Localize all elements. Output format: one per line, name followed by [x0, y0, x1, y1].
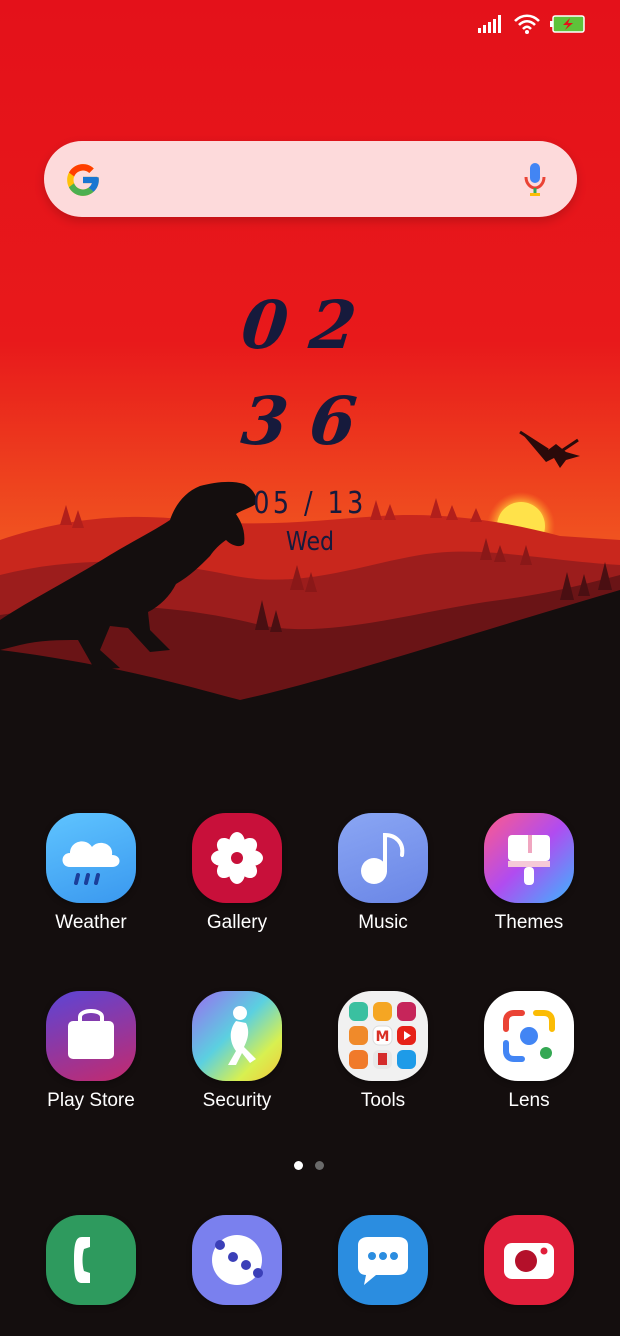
app-tools-folder[interactable]: M Tools	[310, 991, 456, 1112]
google-search-bar[interactable]	[44, 141, 577, 217]
camera-icon	[484, 1215, 574, 1305]
weather-icon	[46, 813, 136, 903]
tools-folder-icon: M	[338, 991, 428, 1081]
app-gallery[interactable]: Gallery	[164, 813, 310, 934]
app-label: Gallery	[206, 912, 268, 933]
app-label: Lens	[508, 1090, 550, 1111]
security-icon	[192, 991, 282, 1081]
app-label: Play Store	[47, 1090, 135, 1111]
clock-minutes[interactable]: 36	[0, 382, 620, 460]
music-icon	[338, 813, 428, 903]
clock-date: 05 / 13	[253, 486, 367, 521]
app-music[interactable]: Music	[310, 813, 456, 934]
app-label: Security	[202, 1090, 272, 1111]
gallery-icon	[192, 813, 282, 903]
messages-icon	[338, 1215, 428, 1305]
page-dot-active	[294, 1161, 303, 1170]
signal-icon	[478, 15, 504, 33]
themes-icon	[484, 813, 574, 903]
browser-icon	[192, 1215, 282, 1305]
dock-phone[interactable]	[18, 1215, 164, 1305]
dock-messages[interactable]	[310, 1215, 456, 1305]
lens-icon	[484, 991, 574, 1081]
page-dot	[315, 1161, 324, 1170]
clock-hours[interactable]: 02	[0, 286, 620, 364]
phone-icon	[46, 1215, 136, 1305]
app-label: Weather	[55, 912, 127, 933]
status-bar	[478, 14, 586, 34]
dock-browser[interactable]	[164, 1215, 310, 1305]
app-label: Tools	[360, 1090, 406, 1111]
wifi-icon	[514, 14, 540, 34]
svg-text:M: M	[376, 1029, 390, 1045]
battery-charging-icon	[550, 15, 586, 33]
page-indicator	[294, 1161, 324, 1170]
app-label: Music	[358, 912, 408, 933]
app-play-store[interactable]: Play Store	[18, 991, 164, 1112]
play-store-icon	[46, 991, 136, 1081]
app-label: Themes	[494, 912, 564, 933]
dock-camera[interactable]	[456, 1215, 602, 1305]
app-weather[interactable]: Weather	[18, 813, 164, 934]
mic-icon[interactable]	[523, 163, 547, 202]
app-security[interactable]: Security	[164, 991, 310, 1112]
clock-weekday: Wed	[285, 527, 335, 557]
app-themes[interactable]: Themes	[456, 813, 602, 934]
google-g-icon	[64, 161, 102, 204]
app-lens[interactable]: Lens	[456, 991, 602, 1112]
